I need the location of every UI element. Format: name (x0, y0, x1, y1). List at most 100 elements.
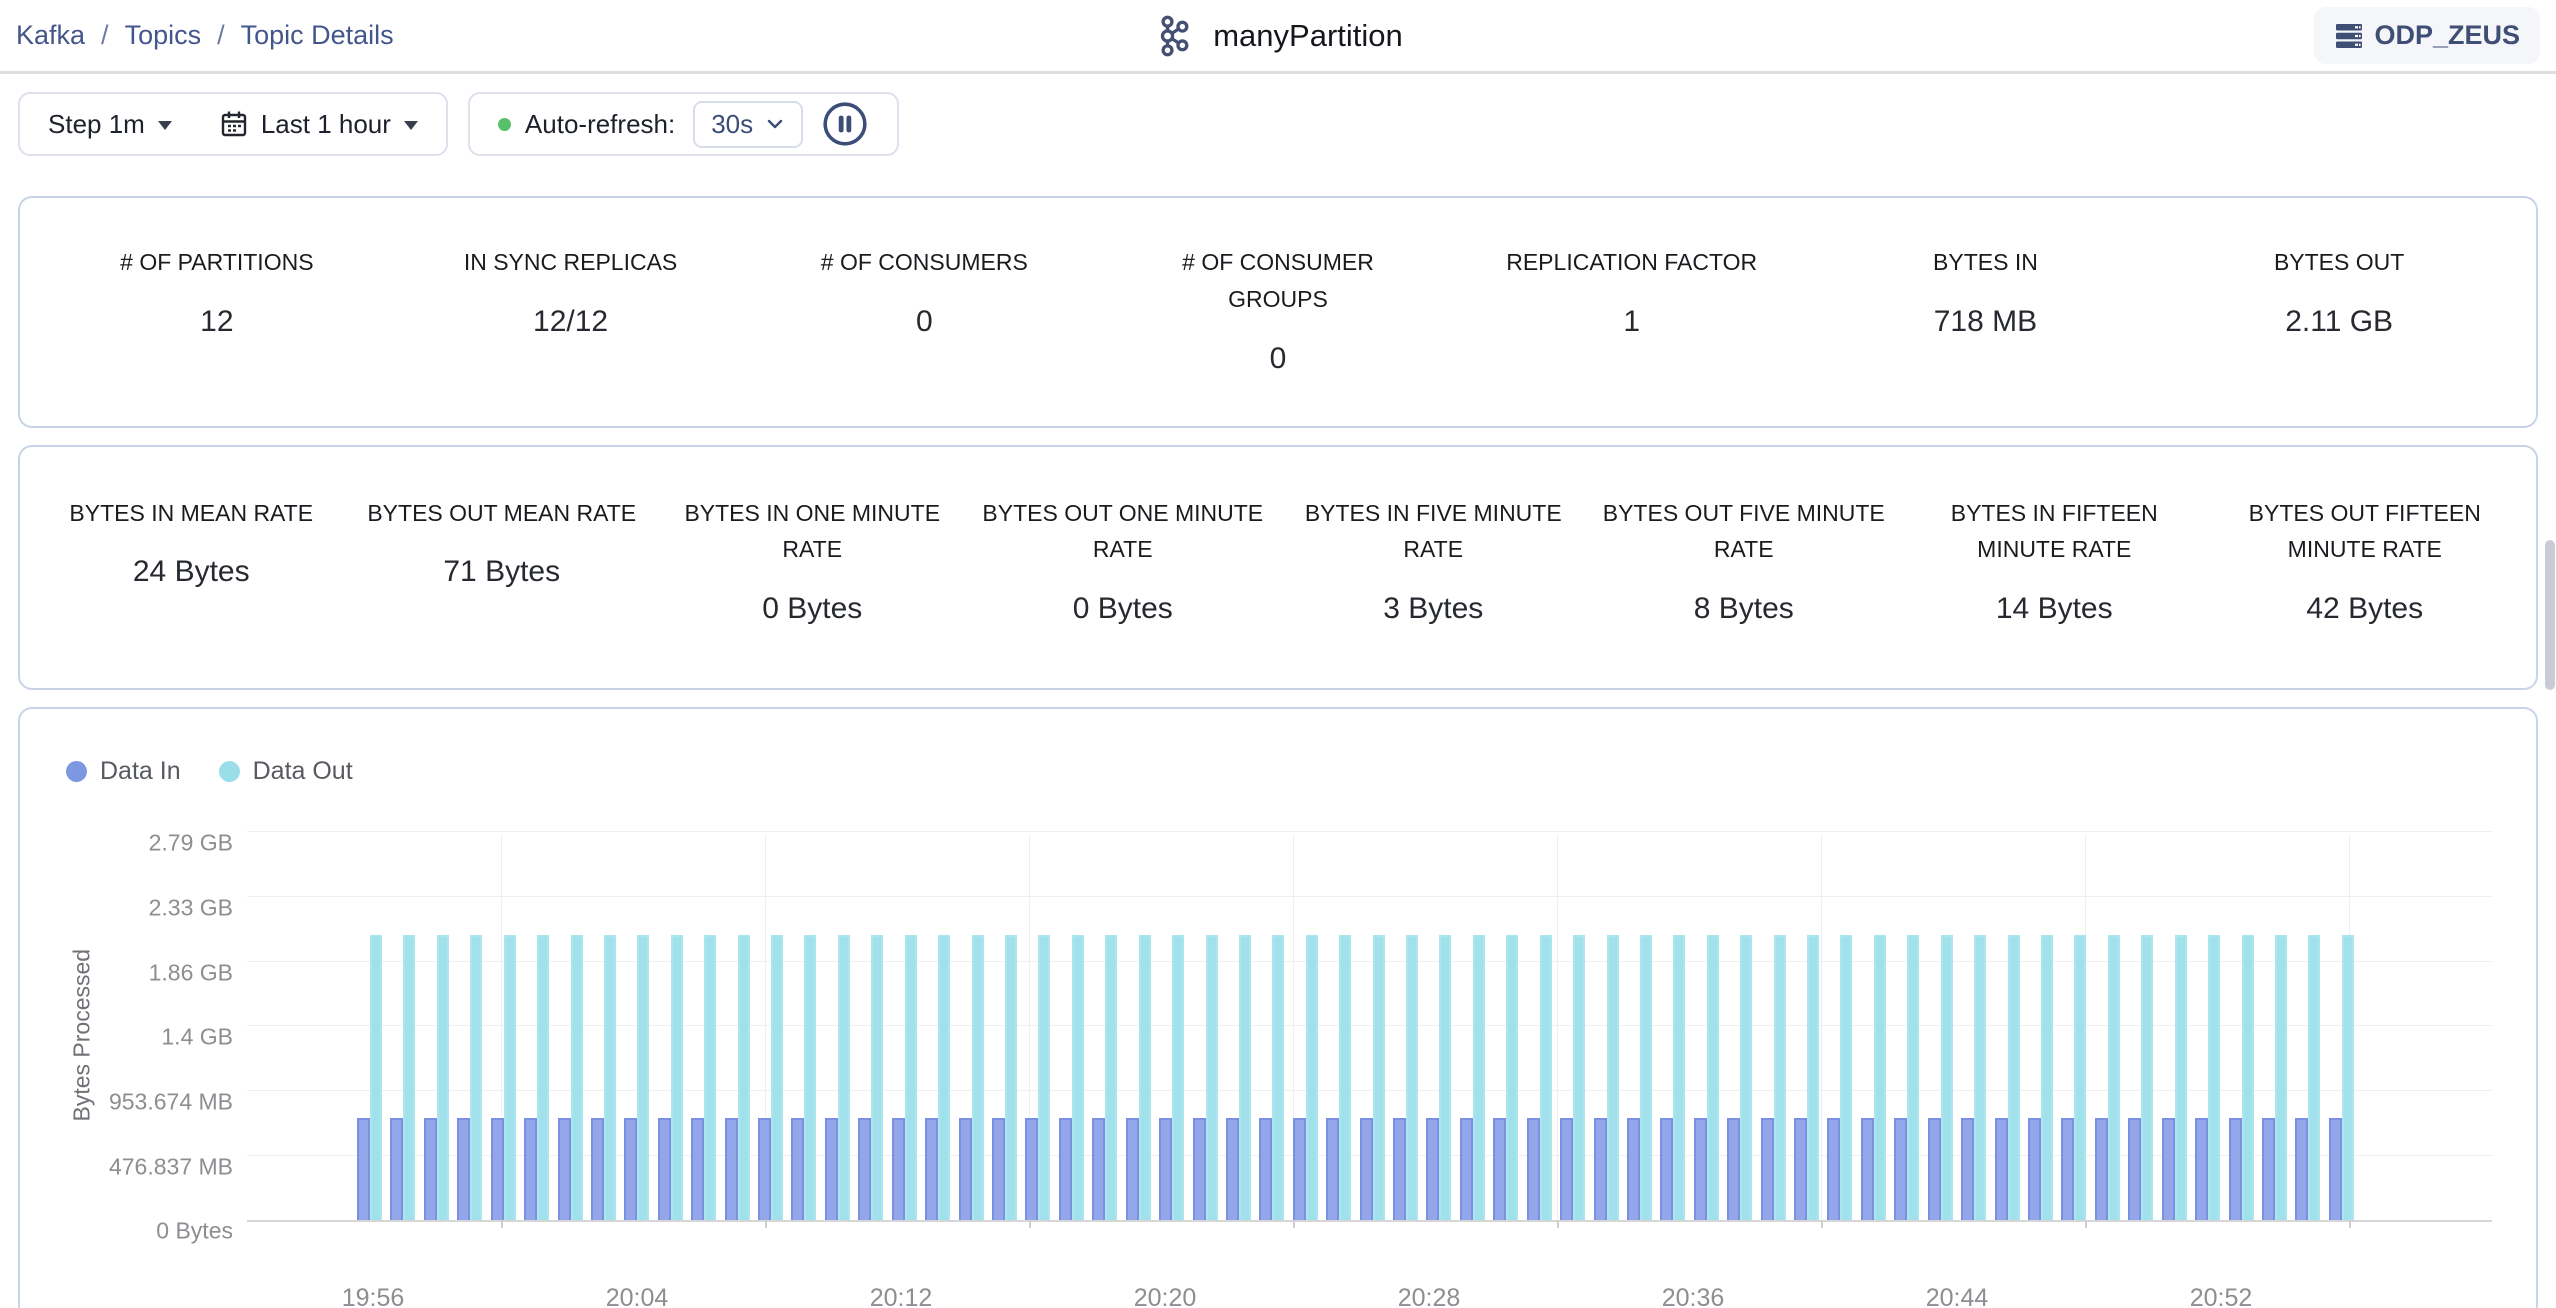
stat-label: BYTES OUT FIVE MINUTE RATE (1602, 499, 1885, 563)
chart-toolbar: Step 1m Last 1 hour Auto-refresh: 30s (18, 92, 2538, 156)
bar-data-in (1326, 1118, 1340, 1221)
pause-refresh-button[interactable] (821, 100, 869, 148)
bar-data-out (537, 935, 550, 1221)
stat-label: BYTES IN ONE MINUTE RATE (684, 499, 941, 563)
bar-data-out (904, 935, 917, 1221)
bar-data-in (2061, 1118, 2075, 1221)
bar-data-out (1606, 935, 1619, 1221)
stat-label: BYTES IN FIFTEEN MINUTE RATE (1950, 499, 2158, 563)
kafka-icon (1160, 15, 1189, 56)
legend-dot-icon (66, 761, 87, 783)
stat-label: BYTES IN (1933, 249, 2038, 275)
stat-label: BYTES IN MEAN RATE (69, 499, 314, 526)
cluster-server-icon (2336, 23, 2363, 48)
stat-value: 8 Bytes (1693, 592, 1794, 626)
x-axis-tick (501, 1220, 503, 1229)
bar-data-in (524, 1118, 538, 1221)
bar-data-out (871, 935, 884, 1221)
x-tick-label: 20:28 (1397, 1284, 1461, 1308)
stat-label: IN SYNC REPLICAS (463, 249, 678, 275)
bar-data-in (2195, 1118, 2209, 1221)
bar-data-out (1004, 935, 1017, 1221)
time-range-dropdown[interactable]: Last 1 hour (220, 109, 418, 140)
bar-data-in (423, 1118, 437, 1221)
bar-data-out (1539, 935, 1552, 1221)
time-range-label: Last 1 hour (260, 108, 391, 139)
bar-data-out (1439, 935, 1452, 1221)
bar-data-in (1393, 1118, 1407, 1221)
bar-data-out (1773, 935, 1786, 1221)
bar-data-in (2261, 1118, 2275, 1221)
stat-value: 1 (1623, 304, 1641, 338)
x-gridline (1821, 834, 1822, 1221)
rate-stat-bytes-in-mean-rate: BYTES IN MEAN RATE 24 Bytes (36, 495, 347, 627)
bar-data-in (958, 1118, 972, 1221)
auto-refresh-label: Auto-refresh: (524, 108, 676, 139)
bar-data-in (824, 1118, 838, 1221)
bar-data-in (1860, 1118, 1874, 1221)
auto-refresh-status: Auto-refresh: (497, 108, 676, 140)
stat-label: BYTES OUT ONE MINUTE RATE (982, 499, 1264, 563)
auto-refresh-group: Auto-refresh: 30s (467, 92, 900, 156)
x-tick-label: 20:44 (1925, 1284, 1989, 1308)
bar-data-out (2174, 935, 2187, 1221)
y-gridline (247, 1025, 2492, 1027)
breadcrumb-item-kafka[interactable]: Kafka (16, 20, 85, 51)
x-tick-label: 20:04 (605, 1284, 669, 1308)
bar-data-out (1238, 935, 1251, 1221)
bar-data-in (2028, 1118, 2041, 1221)
rate-stat-bytes-out-mean-rate: BYTES OUT MEAN RATE 71 Bytes (347, 495, 658, 627)
stat-value: 2.11 GB (2285, 304, 2394, 338)
vertical-scrollbar[interactable] (2545, 540, 2555, 690)
chevron-down-icon (767, 119, 783, 129)
bar-data-out (1940, 935, 1953, 1221)
bar-data-out (837, 935, 850, 1221)
stat-of-partitions: # OF PARTITIONS 12 (40, 244, 394, 376)
bar-data-in (1493, 1118, 1507, 1221)
bar-data-out (1840, 935, 1853, 1221)
chevron-down-icon (403, 121, 418, 130)
bar-data-out (1138, 935, 1151, 1221)
bar-data-out (938, 935, 951, 1221)
bar-data-in (1058, 1118, 1072, 1221)
rate-stat-bytes-out-five-minute-rate: BYTES OUT FIVE MINUTE RATE 8 Bytes (1589, 495, 1900, 627)
rate-stat-bytes-in-one-minute-rate: BYTES IN ONE MINUTE RATE 0 Bytes (657, 495, 968, 627)
stat-value: 0 (1269, 341, 1287, 375)
bar-data-in (2328, 1118, 2342, 1221)
bar-data-in (1927, 1118, 1941, 1221)
bar-data-out (1205, 935, 1218, 1221)
bar-data-in (2295, 1118, 2309, 1221)
y-tick-label: 953.674 MB (108, 1088, 233, 1115)
breadcrumb-item-topics[interactable]: Topics (125, 20, 202, 51)
step-dropdown[interactable]: Step 1m (48, 109, 172, 140)
stat-bytes-out: BYTES OUT 2.11 GB (2162, 244, 2516, 376)
bar-data-in (1760, 1118, 1774, 1221)
bar-data-out (570, 935, 583, 1221)
bar-data-out (2041, 935, 2053, 1221)
time-controls-group: Step 1m Last 1 hour (18, 92, 448, 156)
bar-data-out (1272, 935, 1285, 1221)
cluster-selector-chip[interactable]: ODP_ZEUS (2314, 7, 2540, 64)
pause-icon (823, 102, 867, 146)
bar-data-in (1660, 1118, 1674, 1221)
bar-data-in (457, 1118, 471, 1221)
legend-item-data-out[interactable]: Data Out (218, 757, 353, 786)
bar-data-out (1071, 935, 1084, 1221)
breadcrumb: Kafka / Topics / Topic Details (16, 20, 394, 51)
bar-data-out (1506, 935, 1519, 1221)
stat-value: 12 (200, 304, 234, 338)
bar-data-out (1807, 935, 1820, 1221)
stat-label: # OF CONSUMER GROUPS (1182, 249, 1374, 312)
x-tick-label: 20:20 (1133, 1284, 1197, 1308)
bar-data-out (971, 935, 984, 1221)
bar-data-out (470, 935, 483, 1221)
bar-data-in (858, 1118, 872, 1221)
refresh-interval-select[interactable]: 30s (693, 100, 804, 148)
bar-data-out (370, 935, 382, 1221)
bar-data-in (691, 1118, 705, 1221)
stat-of-consumers: # OF CONSUMERS 0 (747, 244, 1101, 376)
legend-item-data-in[interactable]: Data In (66, 757, 181, 786)
x-axis-tick (1293, 1220, 1295, 1229)
x-tick-label: 19:56 (341, 1284, 405, 1308)
stat-value: 0 (915, 304, 933, 338)
